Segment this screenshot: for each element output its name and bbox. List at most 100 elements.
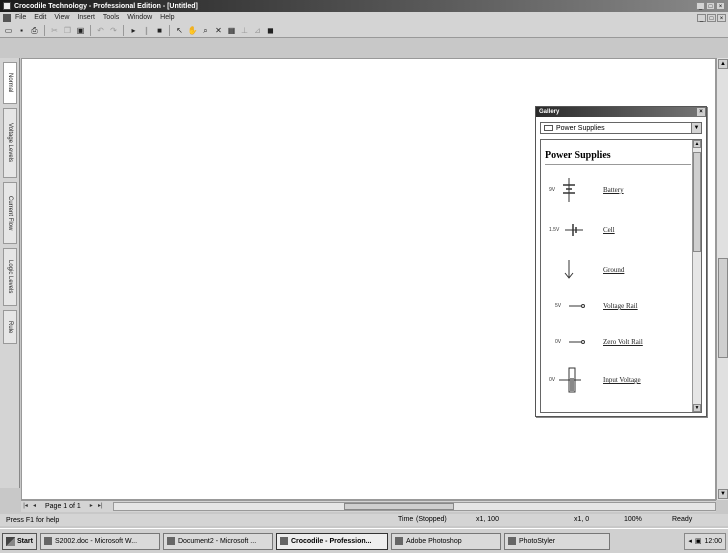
menu-view[interactable]: View <box>54 14 69 21</box>
word-icon <box>43 537 52 545</box>
cut-icon[interactable]: ✂ <box>49 25 60 36</box>
gallery-scroll-down-icon[interactable]: ▼ <box>693 404 701 412</box>
scroll-down-icon[interactable]: ▼ <box>718 489 728 499</box>
maximize-button[interactable]: □ <box>706 2 715 10</box>
gallery-item-zero-volt-rail[interactable]: 0V Zero Volt Rail <box>545 328 689 356</box>
battery-icon: 9V <box>549 178 575 202</box>
status-help-text: Press F1 for help <box>6 516 60 524</box>
task-button[interactable]: PhotoStyler <box>503 532 610 550</box>
task-button-active[interactable]: Crocodile - Profession... <box>275 532 388 550</box>
gallery-scroll-thumb[interactable] <box>693 152 701 252</box>
zoom-icon[interactable]: ⌕ <box>200 25 211 36</box>
tab-voltage-levels[interactable]: Voltage Levels <box>3 108 17 178</box>
graph-icon[interactable]: ⊿ <box>252 25 263 36</box>
vertical-scrollbar[interactable]: ▲ ▼ <box>716 58 728 500</box>
gallery-title-bar[interactable]: Gallery × <box>536 107 706 117</box>
paste-icon[interactable]: ▣ <box>75 25 86 36</box>
copy-icon[interactable]: ❐ <box>62 25 73 36</box>
horizontal-scrollbar[interactable] <box>112 502 716 511</box>
hand-icon[interactable]: ✋ <box>187 25 198 36</box>
gallery-folder-select[interactable]: Power Supplies ▼ <box>540 122 702 134</box>
gallery-panel: Gallery × Power Supplies ▼ Power Supplie… <box>535 106 707 417</box>
tab-logic-levels[interactable]: Logic Levels <box>3 248 17 306</box>
page-indicator: Page 1 of 1 <box>45 503 81 510</box>
prev-page-button[interactable]: ◂ <box>30 502 39 511</box>
delete-icon[interactable]: ✕ <box>213 25 224 36</box>
gallery-close-button[interactable]: × <box>697 108 705 116</box>
tab-normal[interactable]: Normal <box>3 62 17 104</box>
gallery-item-ground[interactable]: Ground <box>545 256 689 284</box>
menu-help[interactable]: Help <box>160 14 174 21</box>
page-navigation-bar: |◂ ◂ Page 1 of 1 ▸ ▸| <box>21 500 716 512</box>
grid-value: x1, 0 <box>574 516 590 523</box>
doc-restore-button[interactable]: □ <box>707 13 716 22</box>
app-icon[interactable] <box>3 2 11 10</box>
toolbar-separator <box>44 24 45 36</box>
window-title: Crocodile Technology - Professional Edit… <box>14 2 198 10</box>
toolbar-separator <box>90 24 91 36</box>
voltage-rail-icon: 5V <box>545 292 597 320</box>
start-button[interactable]: Start <box>2 532 37 550</box>
network-icon[interactable]: ▣ <box>695 537 702 545</box>
gallery-folder-value: Power Supplies <box>556 124 605 132</box>
menu-insert[interactable]: Insert <box>77 14 95 21</box>
toolbar: ▭ ▪ ⎙ ✂ ❐ ▣ ↶ ↷ ▸ ❙ ■ ↖ ✋ ⌕ ✕ ▦ ⊥ ⊿ ◼ <box>0 23 728 38</box>
pointer-icon[interactable]: ↖ <box>174 25 185 36</box>
last-page-button[interactable]: ▸| <box>96 502 105 511</box>
next-page-button[interactable]: ▸ <box>87 502 96 511</box>
title-bar: Crocodile Technology - Professional Edit… <box>0 0 728 12</box>
menu-file[interactable]: File <box>15 14 26 21</box>
zoom-value: 100% <box>624 516 642 523</box>
print-icon[interactable]: ⎙ <box>29 25 40 36</box>
menu-edit[interactable]: Edit <box>34 14 46 21</box>
document-icon[interactable] <box>3 13 11 22</box>
gallery-item-label: Input Voltage <box>603 376 641 384</box>
scroll-up-icon[interactable]: ▲ <box>718 59 728 69</box>
undo-icon[interactable]: ↶ <box>95 25 106 36</box>
dropdown-arrow-icon[interactable]: ▼ <box>691 123 701 133</box>
gallery-scroll-up-icon[interactable]: ▲ <box>693 140 701 148</box>
photostyler-icon <box>507 537 516 545</box>
system-tray: ◂ ▣ 12:00 <box>684 532 726 550</box>
first-page-button[interactable]: |◂ <box>21 502 30 511</box>
task-button[interactable]: Adobe Photoshop <box>390 532 501 550</box>
tab-rule[interactable]: Rule <box>3 310 17 344</box>
view-mode-tabs: Normal Voltage Levels Current Flow Logic… <box>0 58 20 488</box>
tab-current-flow[interactable]: Current Flow <box>3 182 17 244</box>
horizontal-scroll-thumb[interactable] <box>343 503 454 510</box>
gallery-item-battery[interactable]: 9V Battery <box>545 176 689 204</box>
pause-icon[interactable]: ❙ <box>141 25 152 36</box>
toolbar-separator <box>123 24 124 36</box>
gallery-item-label: Cell <box>603 226 615 234</box>
volume-icon[interactable]: ◂ <box>688 537 692 545</box>
task-button[interactable]: Document2 - Microsoft ... <box>162 532 273 550</box>
play-icon[interactable]: ▸ <box>128 25 139 36</box>
word-icon <box>166 537 175 545</box>
doc-close-button[interactable]: × <box>717 13 726 22</box>
scroll-thumb[interactable] <box>718 258 728 358</box>
close-button[interactable]: × <box>716 2 725 10</box>
gallery-icon[interactable]: ◼ <box>265 25 276 36</box>
save-icon[interactable]: ▪ <box>16 25 27 36</box>
align-icon[interactable]: ⊥ <box>239 25 250 36</box>
gallery-item-voltage-rail[interactable]: 5V Voltage Rail <box>545 292 689 320</box>
task-button[interactable]: S2002.doc - Microsoft W... <box>39 532 160 550</box>
doc-minimize-button[interactable]: _ <box>697 13 706 22</box>
gallery-list: Power Supplies 9V Battery 1.5V Cell Grou… <box>540 139 702 413</box>
speed-value: x1, 100 <box>476 516 499 523</box>
gallery-heading: Power Supplies <box>545 150 611 161</box>
redo-icon[interactable]: ↷ <box>108 25 119 36</box>
gallery-scrollbar[interactable]: ▲ ▼ <box>692 140 701 412</box>
status-bar: Press F1 for help Time (Stopped) x1, 100… <box>0 514 728 526</box>
menu-tools[interactable]: Tools <box>103 14 119 21</box>
minimize-button[interactable]: _ <box>696 2 705 10</box>
toolbar-separator <box>169 24 170 36</box>
new-file-icon[interactable]: ▭ <box>3 25 14 36</box>
gallery-item-cell[interactable]: 1.5V Cell <box>545 216 689 244</box>
menu-window[interactable]: Window <box>127 14 152 21</box>
gallery-item-input-voltage[interactable]: 0V Input Voltage <box>545 366 689 394</box>
stop-icon[interactable]: ■ <box>154 25 165 36</box>
gallery-title: Gallery <box>539 109 560 115</box>
clock: 12:00 <box>704 537 722 545</box>
parts-icon[interactable]: ▦ <box>226 25 237 36</box>
